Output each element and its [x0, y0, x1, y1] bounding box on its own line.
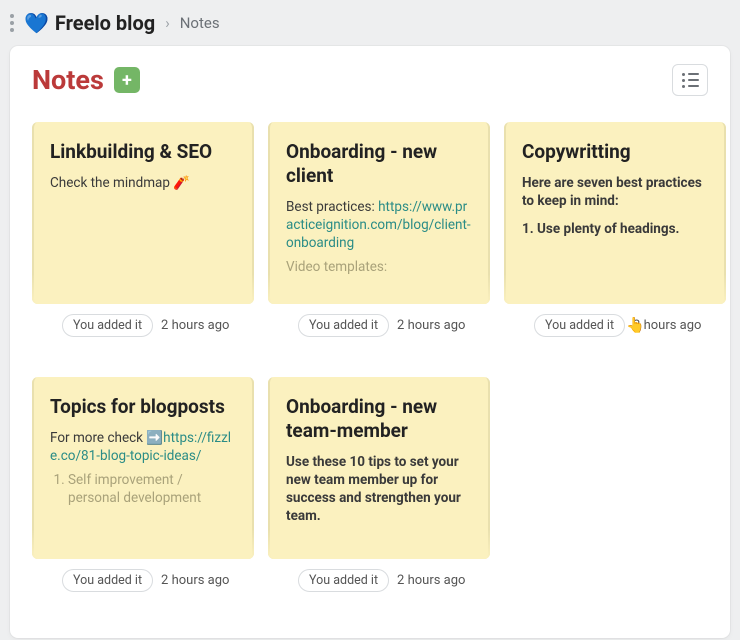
- notes-panel: Notes + Linkbuilding & SEO Check the min…: [10, 46, 730, 638]
- note-card[interactable]: Copywritting Here are seven best practic…: [504, 122, 726, 337]
- note-body-prefix: For more check ➡️: [50, 430, 163, 446]
- note-meta: You added it 2 hours ago: [504, 314, 726, 337]
- heart-icon: 💙: [24, 11, 49, 35]
- note-title: Onboarding - new client: [286, 140, 472, 188]
- note-title: Topics for blogposts: [50, 395, 236, 419]
- note-faded-text: Video templates:: [286, 258, 472, 276]
- note-title: Onboarding - new team-member: [286, 395, 472, 443]
- note-card[interactable]: Linkbuilding & SEO Check the mindmap 🧨 Y…: [32, 122, 254, 337]
- breadcrumb-bar: 💙 Freelo blog › Notes: [0, 0, 740, 46]
- add-note-button[interactable]: +: [114, 67, 140, 93]
- breadcrumb-app[interactable]: Freelo blog: [55, 11, 155, 35]
- note-card[interactable]: Topics for blogposts For more check ➡️ht…: [32, 377, 254, 592]
- plus-icon: +: [122, 70, 132, 91]
- note-timestamp: 2 hours ago: [161, 573, 229, 588]
- note-body-text: Check the mindmap 🧨: [50, 174, 236, 192]
- note-meta: You added it 2 hours ago: [32, 569, 254, 592]
- note-card[interactable]: Onboarding - new team-member Use these 1…: [268, 377, 490, 592]
- note-meta: You added it 2 hours ago: [268, 569, 490, 592]
- note-timestamp: 2 hours ago: [397, 573, 465, 588]
- note-card[interactable]: Onboarding - new client Best practices: …: [268, 122, 490, 337]
- note-timestamp: 2 hours ago: [161, 318, 229, 333]
- menu-dots-icon[interactable]: [6, 8, 18, 38]
- author-badge: You added it: [298, 569, 389, 592]
- note-bold-text: Use these 10 tips to set your new team m…: [286, 454, 461, 525]
- author-badge: You added it: [62, 569, 153, 592]
- note-title: Copywritting: [522, 140, 708, 164]
- note-meta: You added it 2 hours ago: [32, 314, 254, 337]
- author-badge: You added it: [62, 314, 153, 337]
- note-timestamp: 2 hours ago: [397, 318, 465, 333]
- list-icon: [682, 73, 699, 88]
- list-item: Self improvement / personal development: [68, 471, 236, 507]
- author-badge: You added it: [534, 314, 625, 337]
- note-bold-text: 1. Use plenty of headings.: [522, 221, 679, 237]
- view-toggle-button[interactable]: [672, 64, 708, 96]
- author-badge: You added it: [298, 314, 389, 337]
- panel-header: Notes +: [32, 64, 708, 96]
- note-meta: You added it 2 hours ago: [268, 314, 490, 337]
- breadcrumb-separator: ›: [165, 14, 170, 32]
- page-title: Notes: [32, 64, 104, 96]
- note-bold-text: Here are seven best practices to keep in…: [522, 175, 702, 209]
- note-title: Linkbuilding & SEO: [50, 140, 236, 164]
- breadcrumb-current: Notes: [180, 14, 220, 32]
- notes-grid: Linkbuilding & SEO Check the mindmap 🧨 Y…: [32, 122, 708, 592]
- note-timestamp: 2 hours ago: [633, 318, 701, 333]
- note-body-label: Best practices:: [286, 199, 375, 215]
